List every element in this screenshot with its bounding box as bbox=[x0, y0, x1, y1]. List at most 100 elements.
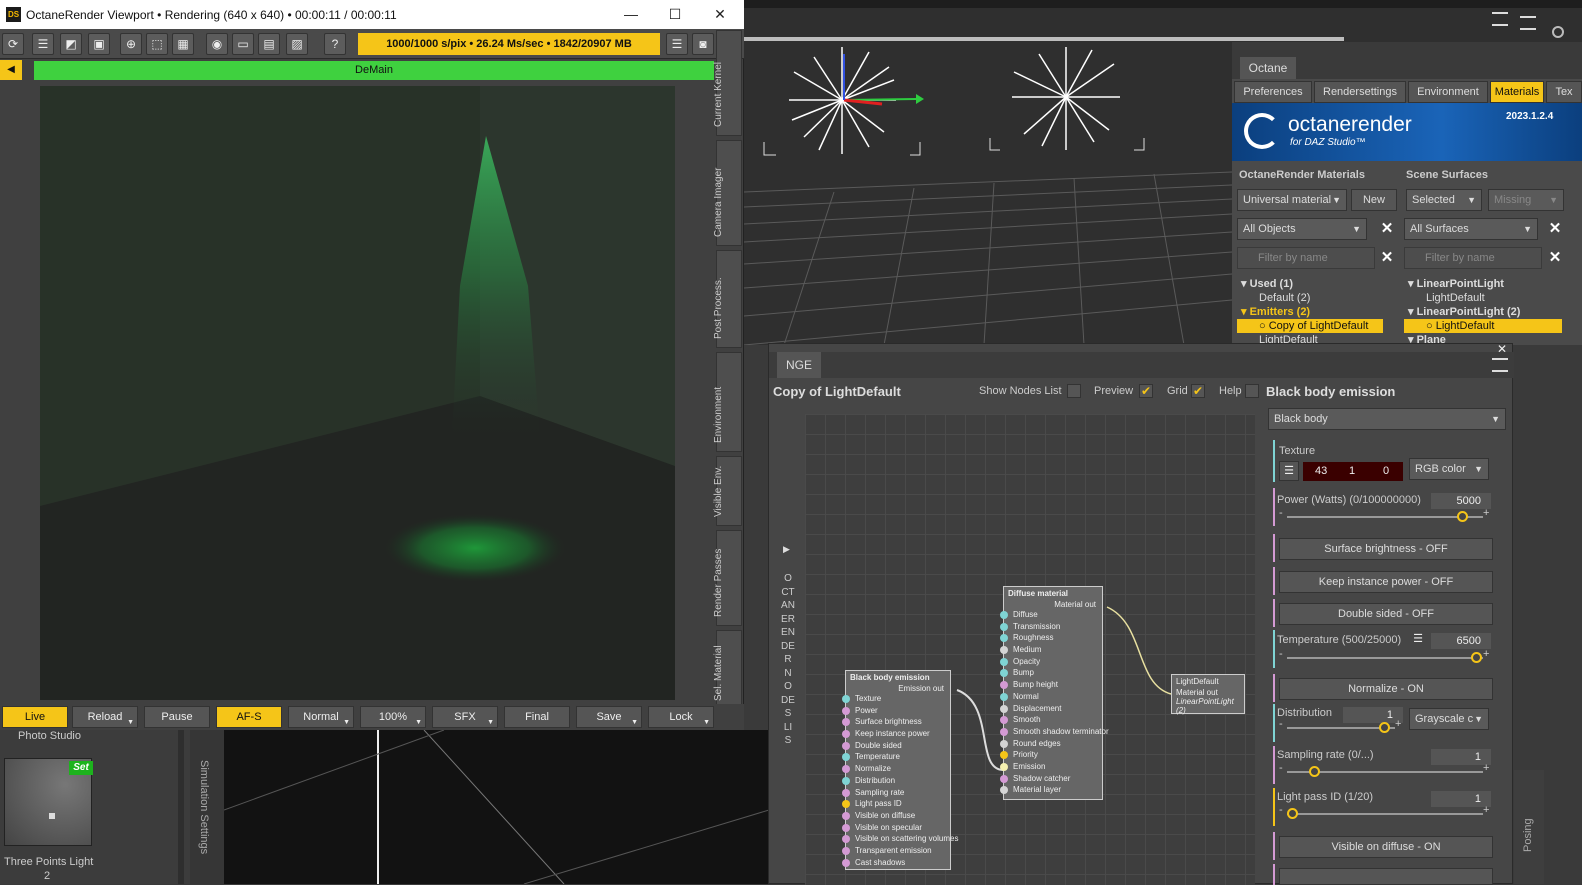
node-pin[interactable]: Diffuse bbox=[1000, 609, 1102, 621]
node-pin[interactable]: Cast shadows bbox=[842, 857, 950, 869]
temperature-value[interactable]: 6500 bbox=[1431, 633, 1491, 649]
material-type-dropdown[interactable]: Universal material ▼ bbox=[1237, 189, 1347, 211]
pin-socket-icon[interactable] bbox=[842, 695, 850, 703]
tab-environment[interactable]: Environment bbox=[1408, 81, 1488, 103]
node-pin[interactable]: Normalize bbox=[842, 763, 950, 775]
node-pin[interactable]: Displacement bbox=[1000, 703, 1102, 715]
pin-socket-icon[interactable] bbox=[842, 753, 850, 762]
nodes-list-toggle-icon[interactable]: ▶ bbox=[783, 544, 790, 555]
pin-socket-icon[interactable] bbox=[842, 788, 850, 797]
pause-button[interactable]: Pause bbox=[144, 706, 210, 728]
posing-tab[interactable]: Posing bbox=[1514, 770, 1544, 884]
sampling-plus[interactable]: + bbox=[1483, 762, 1489, 774]
normal-dropdown[interactable]: Normal ▼ bbox=[288, 706, 354, 728]
help-icon[interactable]: ? bbox=[324, 33, 346, 55]
tree-linearpointlight[interactable]: ▾ LinearPointLight bbox=[1404, 277, 1564, 291]
power-plus[interactable]: + bbox=[1483, 507, 1489, 519]
tree-surface-lightdefault-selected[interactable]: ○ LightDefault bbox=[1404, 319, 1562, 333]
visible-on-specular-toggle[interactable] bbox=[1279, 868, 1493, 885]
pin-socket-icon[interactable] bbox=[842, 858, 850, 867]
tree-surface-lightdefault[interactable]: LightDefault bbox=[1404, 291, 1564, 305]
tab-rendersettings[interactable]: Rendersettings bbox=[1314, 81, 1406, 103]
pin-socket-icon[interactable] bbox=[1000, 727, 1008, 736]
node-pin[interactable]: Smooth shadow terminator bbox=[1000, 726, 1109, 738]
lock-button[interactable]: Lock ▼ bbox=[648, 706, 714, 728]
pin-socket-icon[interactable] bbox=[1000, 681, 1008, 690]
rgb-value-field[interactable]: 43 1 0 bbox=[1303, 462, 1403, 481]
pin-socket-icon[interactable] bbox=[842, 741, 850, 750]
sampling-slider-knob[interactable] bbox=[1309, 766, 1320, 777]
visible-on-diffuse-toggle[interactable]: Visible on diffuse - ON bbox=[1279, 836, 1493, 858]
final-button[interactable]: Final bbox=[504, 706, 570, 728]
node-pin[interactable]: Shadow catcher bbox=[1000, 773, 1102, 785]
af-s-button[interactable]: AF-S bbox=[216, 706, 282, 728]
power-value[interactable]: 5000 bbox=[1431, 493, 1491, 509]
reload-button[interactable]: Reload ▼ bbox=[72, 706, 138, 728]
sampling-minus[interactable]: - bbox=[1279, 762, 1283, 774]
live-button[interactable]: Live bbox=[2, 706, 68, 728]
scrollbar[interactable] bbox=[178, 730, 184, 884]
pin-socket-icon[interactable] bbox=[1000, 669, 1008, 678]
surface-brightness-toggle[interactable]: Surface brightness - OFF bbox=[1279, 538, 1493, 560]
show-nodes-list-checkbox[interactable] bbox=[1067, 384, 1081, 398]
save-button[interactable]: Save ▼ bbox=[576, 706, 642, 728]
tab-sel-material[interactable]: Sel. Material bbox=[713, 630, 742, 710]
rgb-mode-dropdown[interactable]: RGB color ▼ bbox=[1409, 458, 1489, 480]
tree-default[interactable]: Default (2) bbox=[1237, 291, 1387, 305]
preview-checkbox[interactable]: ✔ bbox=[1139, 384, 1153, 398]
normalize-toggle[interactable]: Normalize - ON bbox=[1279, 678, 1493, 700]
set-badge[interactable]: Set bbox=[69, 761, 93, 775]
distribution-mode-dropdown[interactable]: Grayscale c ▼ bbox=[1409, 708, 1489, 730]
export-icon[interactable]: ◩ bbox=[60, 33, 82, 55]
tree-linearpointlight-2[interactable]: ▾ LinearPointLight (2) bbox=[1404, 305, 1564, 319]
pin-socket-icon[interactable] bbox=[1000, 646, 1008, 655]
node-output[interactable]: Emission out bbox=[846, 684, 950, 693]
help-checkbox[interactable] bbox=[1245, 384, 1259, 398]
pin-socket-icon[interactable] bbox=[1000, 739, 1008, 748]
lightpass-plus[interactable]: + bbox=[1483, 804, 1489, 816]
pin-socket-icon[interactable] bbox=[1000, 634, 1008, 643]
pin-socket-icon[interactable] bbox=[842, 718, 850, 727]
node-pin[interactable]: Keep instance power bbox=[842, 728, 950, 740]
distribution-slider-knob[interactable] bbox=[1379, 722, 1390, 733]
node-pin[interactable]: Surface brightness bbox=[842, 716, 950, 728]
zoom-dropdown[interactable]: 100% ▼ bbox=[360, 706, 426, 728]
frame-icon[interactable]: ▭ bbox=[232, 33, 254, 55]
region-icon[interactable]: ⬚ bbox=[146, 33, 168, 55]
tab-render-passes[interactable]: Render Passes bbox=[713, 530, 742, 626]
tab-tex[interactable]: Tex bbox=[1546, 81, 1582, 103]
clear-filter-icon[interactable]: ✕ bbox=[1378, 248, 1396, 268]
diffuse-material-node[interactable]: Diffuse material Material out Diffuse Tra… bbox=[1000, 586, 1109, 800]
pin-socket-icon[interactable] bbox=[1000, 762, 1008, 771]
pin-socket-icon[interactable] bbox=[842, 776, 850, 785]
node-pin[interactable]: Light pass ID bbox=[842, 798, 950, 810]
clear-objects-icon[interactable]: ✕ bbox=[1378, 219, 1396, 239]
node-pin[interactable]: Visible on diffuse bbox=[842, 810, 950, 822]
rgb-g[interactable]: 1 bbox=[1349, 465, 1355, 477]
tree-copy-lightdefault[interactable]: ○ Copy of LightDefault bbox=[1237, 319, 1383, 333]
tab-post-process[interactable]: Post Process. bbox=[713, 250, 742, 348]
temperature-minus[interactable]: - bbox=[1279, 648, 1283, 660]
record-icon[interactable]: ◉ bbox=[206, 33, 228, 55]
pin-socket-icon[interactable] bbox=[1000, 786, 1008, 795]
texture-list-icon[interactable]: ☰ bbox=[1279, 461, 1299, 481]
preset-thumbnail[interactable]: Set bbox=[4, 758, 93, 846]
missing-dropdown[interactable]: Missing ▼ bbox=[1488, 189, 1564, 211]
list-icon[interactable]: ☰ bbox=[32, 33, 54, 55]
node-pin[interactable]: Texture bbox=[842, 693, 950, 705]
tab-current-kernel[interactable]: Current Kernel bbox=[713, 30, 742, 136]
grid-icon[interactable]: ▤ bbox=[258, 33, 280, 55]
sampling-value[interactable]: 1 bbox=[1431, 749, 1491, 765]
grid-checkbox[interactable]: ✔ bbox=[1191, 384, 1205, 398]
search-icon[interactable] bbox=[1552, 26, 1564, 38]
temperature-list-icon[interactable]: ☰ bbox=[1409, 632, 1427, 648]
focus-picker-icon[interactable]: ⊕ bbox=[120, 33, 142, 55]
pin-socket-icon[interactable] bbox=[1000, 716, 1008, 725]
nge-menu-icon[interactable] bbox=[1492, 358, 1508, 372]
collapse-arrow-icon[interactable]: ◀ bbox=[0, 60, 22, 80]
node-pin[interactable]: Sampling rate bbox=[842, 787, 950, 799]
node-pin[interactable]: Smooth bbox=[1000, 714, 1102, 726]
pin-socket-icon[interactable] bbox=[842, 730, 850, 739]
lightpass-slider-knob[interactable] bbox=[1287, 808, 1298, 819]
maximize-icon[interactable]: ☐ bbox=[660, 4, 690, 24]
